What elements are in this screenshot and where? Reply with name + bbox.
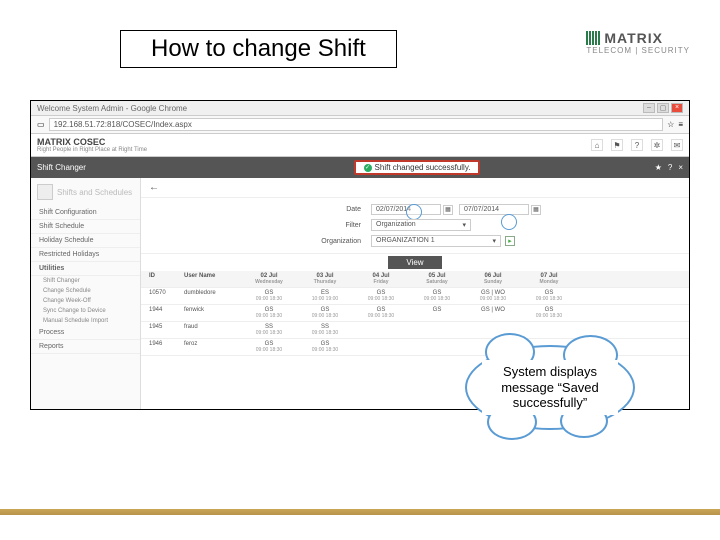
filter-label: Filter xyxy=(141,222,371,229)
page-title: Shift Changer xyxy=(37,163,86,172)
callout-text: System displays message “Saved successfu… xyxy=(482,360,618,415)
window-maximize-icon[interactable]: ▢ xyxy=(657,103,669,113)
org-select[interactable]: ORGANIZATION 1▾ xyxy=(371,235,501,247)
date-to-input[interactable]: 07/07/2014 xyxy=(459,204,529,215)
callout-cloud: System displays message “Saved successfu… xyxy=(465,345,635,430)
org-label: Organization xyxy=(141,238,371,245)
help2-icon[interactable]: ? xyxy=(668,163,672,172)
chat-icon[interactable]: ✉ xyxy=(671,139,683,151)
page-icon: ▭ xyxy=(37,120,45,129)
calendar-from-icon[interactable]: ▦ xyxy=(443,205,453,215)
brand-bars-icon xyxy=(586,31,600,45)
sidebar-header: Shifts and Schedules xyxy=(57,188,132,197)
apply-filter-icon[interactable]: ▸ xyxy=(505,236,515,246)
footer-band xyxy=(0,509,720,515)
star-icon[interactable]: ★ xyxy=(655,163,662,172)
chrome-title-text: Welcome System Admin - Google Chrome xyxy=(37,104,187,113)
success-check-icon: ✓ xyxy=(364,164,372,172)
window-minimize-icon[interactable]: – xyxy=(643,103,655,113)
table-row[interactable]: 10570dumbledoreGS09:00 18:30ES10:00 19:0… xyxy=(141,288,689,305)
app-header: MATRIX COSEC Right People in Right Place… xyxy=(31,134,689,157)
settings-icon[interactable]: ✲ xyxy=(651,139,663,151)
window-close-icon[interactable]: × xyxy=(671,103,683,113)
home-icon[interactable]: ⌂ xyxy=(591,139,603,151)
help-icon[interactable]: ? xyxy=(631,139,643,151)
sidebar-item[interactable]: Shift Schedule xyxy=(31,220,140,234)
success-message-box: ✓ Shift changed successfully. xyxy=(354,160,481,175)
brand-subtitle: TELECOM | SECURITY xyxy=(586,46,690,55)
sidebar-subitem[interactable]: Sync Change to Device xyxy=(31,306,140,316)
chrome-menu-icon[interactable]: ≡ xyxy=(678,120,683,129)
highlight-circle-2 xyxy=(501,214,517,230)
close-panel-icon[interactable]: × xyxy=(678,163,683,172)
sidebar: Shifts and Schedules Shift Configuration… xyxy=(31,178,141,410)
bookmark-icon[interactable]: ☆ xyxy=(667,120,674,129)
sidebar-subitem[interactable]: Change Week-Off xyxy=(31,296,140,306)
chevron-down-icon: ▾ xyxy=(492,237,496,245)
sidebar-subitem[interactable]: Change Schedule xyxy=(31,286,140,296)
calendar-icon xyxy=(37,184,53,200)
brand-logo: MATRIX TELECOM | SECURITY xyxy=(586,30,690,55)
date-label: Date xyxy=(141,206,371,213)
sidebar-item[interactable]: Shift Configuration xyxy=(31,206,140,220)
sidebar-item[interactable]: Restricted Holidays xyxy=(31,248,140,262)
slide-title: How to change Shift xyxy=(120,30,397,68)
app-tagline: Right People in Right Place at Right Tim… xyxy=(37,147,147,153)
sidebar-item[interactable]: Holiday Schedule xyxy=(31,234,140,248)
chevron-down-icon: ▾ xyxy=(462,221,466,229)
calendar-to-icon[interactable]: ▦ xyxy=(531,205,541,215)
back-icon[interactable]: ← xyxy=(149,182,159,193)
sidebar-subitem[interactable]: Shift Changer xyxy=(31,276,140,286)
app-logo: MATRIX COSEC xyxy=(37,137,147,147)
table-row[interactable]: 1944fenwickGS09:00 18:30GS09:00 18:30GS0… xyxy=(141,305,689,322)
success-text: Shift changed successfully. xyxy=(375,163,471,172)
chrome-addressbar: ▭ 192.168.51.72:818/COSEC/Index.aspx ☆ ≡ xyxy=(31,116,689,134)
filter-select[interactable]: Organization▾ xyxy=(371,219,471,231)
brand-name: MATRIX xyxy=(604,30,663,46)
sidebar-utilities-label[interactable]: Utilities xyxy=(31,262,140,276)
chrome-titlebar: Welcome System Admin - Google Chrome – ▢… xyxy=(31,101,689,116)
sidebar-item[interactable]: Process xyxy=(31,326,140,340)
view-button[interactable]: View xyxy=(388,256,441,269)
url-input[interactable]: 192.168.51.72:818/COSEC/Index.aspx xyxy=(49,118,664,131)
table-row[interactable]: 1945fraudSS09:00 18:30SS09:00 18:30 xyxy=(141,322,689,339)
page-bar: Shift Changer ✓ Shift changed successful… xyxy=(31,157,689,178)
sidebar-subitem[interactable]: Manual Schedule Import xyxy=(31,316,140,326)
flag-icon[interactable]: ⚑ xyxy=(611,139,623,151)
sidebar-item[interactable]: Reports xyxy=(31,340,140,354)
